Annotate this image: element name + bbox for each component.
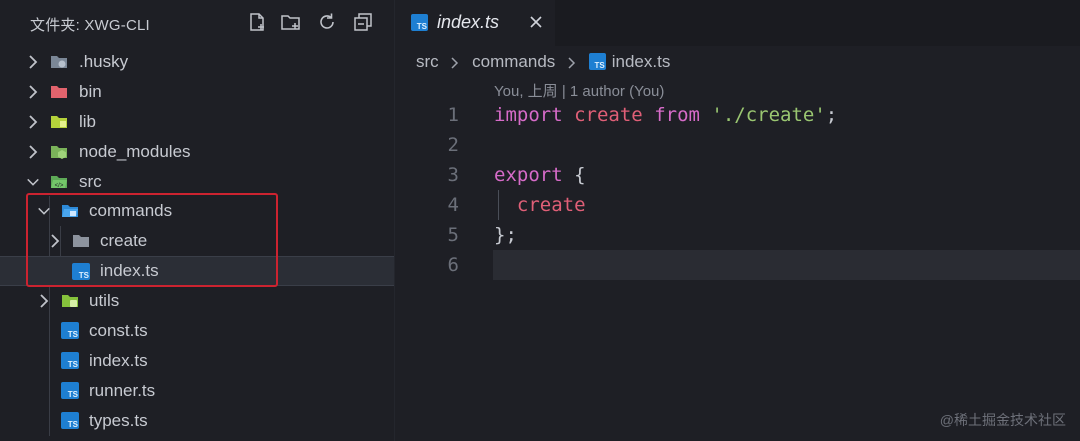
chevron-right-icon bbox=[568, 56, 576, 69]
utils-folder-icon bbox=[62, 295, 78, 307]
new-file-icon[interactable] bbox=[246, 11, 268, 33]
code-text: import create from './create'; bbox=[494, 104, 837, 126]
tree-item-label: commands bbox=[89, 201, 173, 220]
tree-item-src-index[interactable]: TS index.ts bbox=[0, 346, 394, 376]
bin-folder-icon bbox=[51, 86, 67, 98]
tab-label: index.ts bbox=[437, 12, 500, 32]
typescript-file-icon: TS bbox=[61, 352, 79, 369]
code-token: ; bbox=[825, 104, 838, 126]
code-token: './create' bbox=[711, 104, 826, 126]
indent-guide bbox=[498, 190, 499, 220]
breadcrumb-item-src[interactable]: src bbox=[416, 52, 439, 71]
code-token: import bbox=[494, 104, 563, 126]
code-token: create bbox=[574, 104, 643, 126]
breadcrumb-item-commands[interactable]: commands bbox=[472, 52, 555, 71]
tree-item-label: index.ts bbox=[100, 261, 159, 280]
typescript-file-icon: TS bbox=[61, 382, 79, 399]
tree-item-src[interactable]: </> src bbox=[0, 167, 394, 197]
line-number: 2 bbox=[447, 134, 459, 156]
code-text: }; bbox=[494, 224, 517, 246]
explorer-title: 文件夹: XWG-CLI bbox=[30, 17, 150, 34]
chevron-down-icon bbox=[38, 207, 50, 215]
tree-item-lib[interactable]: lib bbox=[0, 107, 394, 137]
explorer-sidebar: 文件夹: XWG-CLI .husky bin lib node_modules… bbox=[0, 0, 395, 441]
codelens-blame[interactable]: You, 上周 | 1 author (You) bbox=[494, 80, 664, 101]
code-text: export { bbox=[494, 164, 586, 186]
code-line[interactable]: 1 import create from './create'; bbox=[395, 100, 1080, 130]
chevron-right-icon bbox=[29, 145, 38, 159]
tree-item-husky[interactable]: .husky bbox=[0, 47, 394, 77]
line-number: 6 bbox=[447, 254, 459, 276]
src-folder-icon: </> bbox=[51, 176, 67, 189]
typescript-file-icon: TS bbox=[61, 322, 79, 339]
chevron-right-icon bbox=[29, 115, 38, 129]
lib-folder-icon bbox=[51, 116, 67, 128]
code-line[interactable]: 2 bbox=[395, 130, 1080, 160]
tree-item-bin[interactable]: bin bbox=[0, 77, 394, 107]
tree-item-label: bin bbox=[79, 82, 102, 101]
commands-folder-icon bbox=[62, 205, 78, 217]
tree-item-types[interactable]: TS types.ts bbox=[0, 406, 394, 436]
tree-item-commands[interactable]: commands bbox=[0, 196, 394, 226]
tree-item-label: runner.ts bbox=[89, 381, 156, 400]
tree-item-label: lib bbox=[79, 112, 97, 131]
tree-item-label: .husky bbox=[79, 52, 129, 71]
svg-text:</>: </> bbox=[55, 183, 64, 189]
code-line[interactable]: 5}; bbox=[395, 220, 1080, 250]
tree-item-commands-index[interactable]: TS index.ts bbox=[0, 256, 394, 286]
tree-item-node-modules[interactable]: node_modules bbox=[0, 137, 394, 167]
tab-index-ts[interactable]: TS index.ts bbox=[395, 0, 555, 46]
breadcrumb-item-file[interactable]: index.ts bbox=[612, 52, 671, 71]
code-token: from bbox=[654, 104, 700, 126]
code-token: }; bbox=[494, 224, 517, 246]
tree-item-const[interactable]: TS const.ts bbox=[0, 316, 394, 346]
tree-item-label: const.ts bbox=[89, 321, 148, 340]
tree-item-label: src bbox=[79, 172, 102, 191]
close-icon[interactable] bbox=[528, 14, 544, 30]
chevron-right-icon bbox=[451, 56, 459, 69]
chevron-right-icon bbox=[51, 234, 60, 248]
chevron-right-icon bbox=[29, 55, 38, 69]
code-line[interactable]: 6 bbox=[395, 250, 1080, 280]
chevron-right-icon bbox=[29, 85, 38, 99]
typescript-file-icon: TS bbox=[61, 412, 79, 429]
husky-folder-icon bbox=[51, 56, 67, 68]
tab-bar: TS index.ts bbox=[395, 0, 1080, 46]
tree-item-label: create bbox=[100, 231, 148, 250]
watermark: @稀土掘金技术社区 bbox=[939, 412, 1066, 428]
code-text: create bbox=[494, 194, 586, 216]
chevron-right-icon bbox=[40, 294, 49, 308]
line-number: 4 bbox=[447, 194, 459, 216]
tree-item-label: index.ts bbox=[89, 351, 148, 370]
collapse-all-icon[interactable] bbox=[352, 11, 374, 33]
code-token: create bbox=[516, 194, 586, 216]
current-line-highlight bbox=[493, 250, 1080, 280]
tree-item-label: utils bbox=[89, 291, 120, 310]
tree-item-utils[interactable]: utils bbox=[0, 286, 394, 316]
node-folder-icon bbox=[51, 146, 67, 159]
line-number: 3 bbox=[447, 164, 459, 186]
breadcrumb: src commands TS index.ts bbox=[416, 52, 670, 74]
refresh-icon[interactable] bbox=[316, 11, 338, 33]
line-number: 5 bbox=[447, 224, 459, 246]
typescript-file-icon: TS bbox=[411, 14, 428, 31]
tree-item-label: node_modules bbox=[79, 142, 191, 161]
explorer-header: 文件夹: XWG-CLI bbox=[0, 0, 394, 46]
editor-pane: TS index.ts src commands TS index.ts You,… bbox=[395, 0, 1080, 441]
typescript-file-icon: TS bbox=[588, 53, 606, 70]
code-token: export bbox=[494, 164, 563, 186]
chevron-down-icon bbox=[27, 178, 39, 186]
typescript-file-icon: TS bbox=[72, 263, 90, 280]
code-token: { bbox=[562, 164, 586, 186]
code-line[interactable]: 3 export { bbox=[395, 160, 1080, 190]
tree-item-create[interactable]: create bbox=[0, 226, 394, 256]
tree-item-label: types.ts bbox=[89, 411, 148, 430]
folder-icon bbox=[73, 235, 89, 247]
new-folder-icon[interactable] bbox=[280, 11, 302, 33]
tree-item-runner[interactable]: TS runner.ts bbox=[0, 376, 394, 406]
line-number: 1 bbox=[447, 104, 459, 126]
